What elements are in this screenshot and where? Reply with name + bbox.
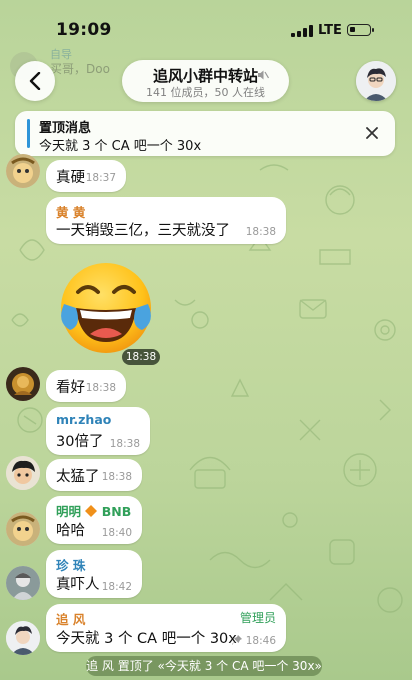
message-text: 真吓人 <box>56 577 100 593</box>
message-time: 18:40 <box>101 527 132 539</box>
group-avatar-image <box>356 61 396 101</box>
sticker-time: 18:38 <box>122 349 160 365</box>
message-sender: 珍 珠 <box>56 558 86 573</box>
message-text: 太猛了 <box>56 469 100 485</box>
message-text: 哈哈 <box>56 523 85 539</box>
muted-speaker-icon <box>258 70 269 80</box>
battery-icon <box>347 24 374 36</box>
message-sender: 明明 BNB <box>56 501 131 520</box>
avatar-image <box>6 512 40 546</box>
message-sender: 追 风 <box>56 612 86 627</box>
sender-suffix: BNB <box>101 504 132 519</box>
avatar[interactable] <box>6 512 40 546</box>
avatar[interactable] <box>6 566 40 600</box>
pinned-text: 今天就 3 个 CA 吧一个 30x <box>39 139 202 154</box>
avatar-image <box>6 154 40 188</box>
status-time: 19:09 <box>56 20 112 40</box>
chat-title-pill[interactable]: 追风小群中转站 141 位成员，50 人在线 <box>122 60 289 102</box>
admin-badge: 管理员 <box>239 611 276 625</box>
pin-icon <box>232 635 243 645</box>
message-time: 18:38 <box>101 471 132 483</box>
message-sender: mr.zhao <box>56 412 112 427</box>
message-text: 一天销毁三亿，三天就没了 <box>56 223 230 239</box>
orange-diamond-icon <box>85 505 98 517</box>
message-time: 18:46 <box>232 635 276 647</box>
message-time: 18:37 <box>85 172 116 184</box>
avatar[interactable] <box>6 154 40 188</box>
message-bubble[interactable]: 太猛了 18:38 <box>46 459 142 491</box>
avatar[interactable] <box>6 367 40 401</box>
pinned-accent-bar <box>27 119 30 148</box>
message-bubble[interactable]: 追 风 管理员 今天就 3 个 CA 吧一个 30x 18:46 <box>46 604 286 652</box>
sender-name: 明明 <box>56 504 82 519</box>
pinned-label: 置顶消息 <box>39 121 92 136</box>
avatar-image <box>6 566 40 600</box>
avatar-image <box>6 621 40 655</box>
cellular-signal-icon <box>291 25 313 37</box>
message-bubble[interactable]: 明明 BNB 哈哈 18:40 <box>46 496 142 544</box>
message-time-value: 18:46 <box>245 635 276 647</box>
message-bubble[interactable]: 珍 珠 真吓人 18:42 <box>46 550 142 598</box>
message-text: 真硬 <box>56 170 85 186</box>
message-text: 看好 <box>56 380 85 396</box>
message-time: 18:38 <box>85 382 116 394</box>
message-time: 18:42 <box>101 581 132 593</box>
message-bubble[interactable]: mr.zhao 30倍了 18:38 <box>46 407 150 455</box>
avatar[interactable] <box>6 456 40 490</box>
message-text: 30倍了 <box>56 434 104 450</box>
close-icon[interactable] <box>363 124 381 142</box>
avatar[interactable] <box>6 621 40 655</box>
avatar-image <box>6 367 40 401</box>
message-bubble[interactable]: 黄 黄 一天销毁三亿，三天就没了 18:38 <box>46 197 286 244</box>
message-time: 18:38 <box>245 226 276 238</box>
message-bubble[interactable]: 真硬 18:37 <box>46 160 126 192</box>
member-count: 141 位成员，50 人在线 <box>146 86 265 99</box>
avatar-image <box>6 456 40 490</box>
service-message: 追 风 置顶了 «今天就 3 个 CA 吧一个 30x» <box>86 656 322 676</box>
laughing-tears-sticker[interactable] <box>56 258 156 358</box>
back-button[interactable] <box>15 61 55 101</box>
message-text: 今天就 3 个 CA 吧一个 30x <box>56 631 237 647</box>
network-type: LTE <box>318 23 342 38</box>
group-avatar[interactable] <box>356 61 396 101</box>
pinned-message-bar[interactable]: 置顶消息 今天就 3 个 CA 吧一个 30x <box>15 111 395 156</box>
preview-text: 买哥，Doo <box>50 62 110 76</box>
chevron-left-icon <box>29 72 41 90</box>
message-time: 18:38 <box>109 438 140 450</box>
message-bubble[interactable]: 看好 18:38 <box>46 370 126 402</box>
